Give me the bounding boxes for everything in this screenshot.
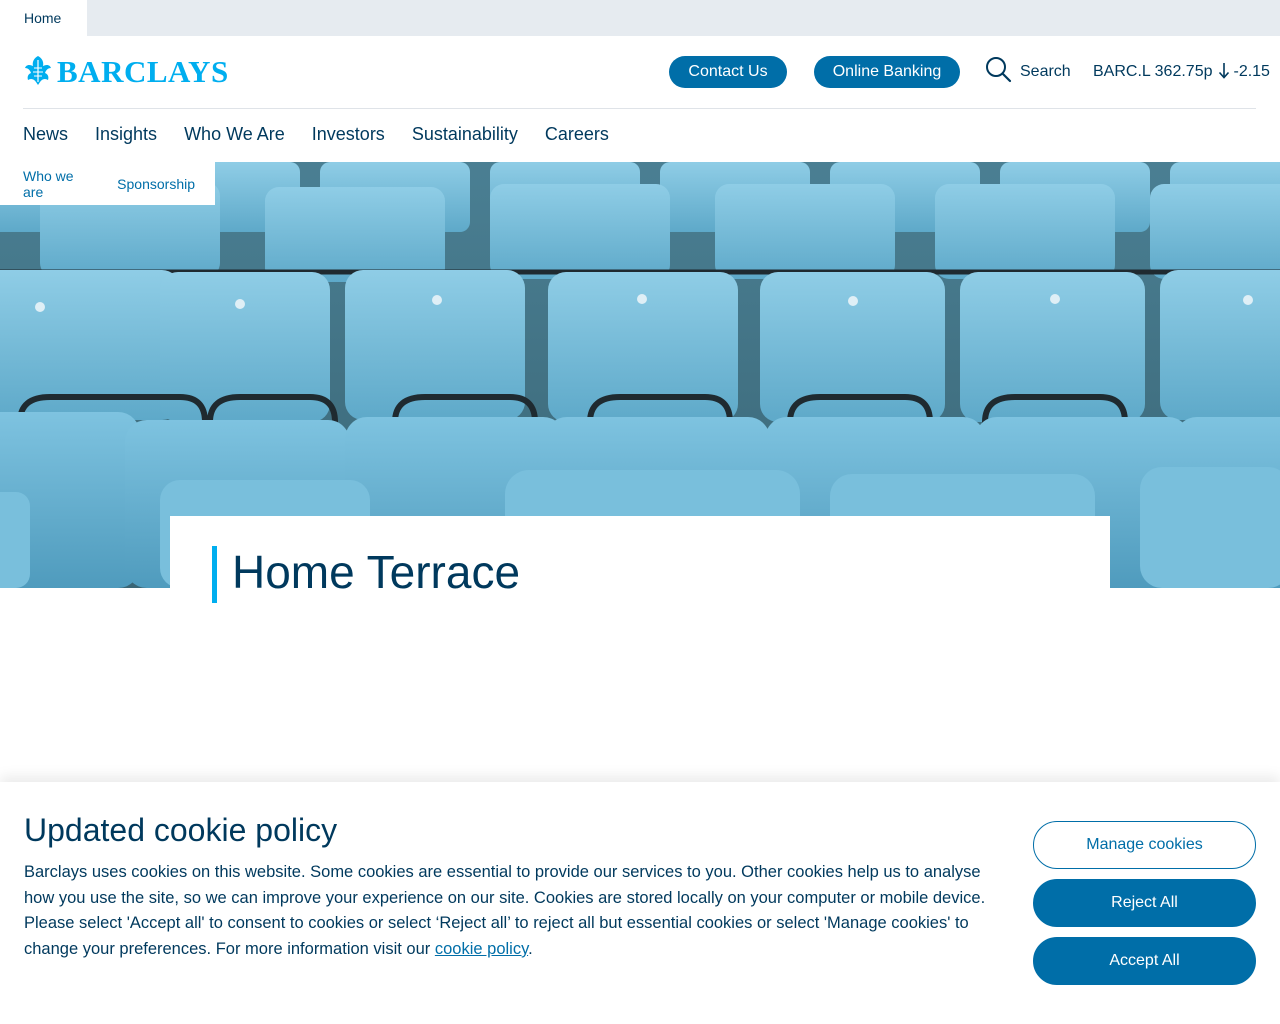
arrow-down-icon: [1218, 61, 1230, 84]
cookie-policy-link[interactable]: cookie policy: [435, 940, 528, 958]
home-tab[interactable]: Home: [0, 0, 87, 36]
cookie-banner: Updated cookie policy Barclays uses cook…: [0, 782, 1280, 1024]
nav-item-who-we-are[interactable]: Who We Are: [184, 118, 285, 150]
site-header: BARCLAYS Contact Us Online Banking Searc…: [0, 36, 1280, 162]
search-button[interactable]: Search: [985, 56, 1071, 88]
page-title: Home Terrace: [232, 546, 521, 598]
logo-wordmark: BARCLAYS: [57, 54, 229, 89]
eagle-icon: [23, 54, 53, 91]
top-strip: Home: [0, 0, 1280, 36]
reject-all-button[interactable]: Reject All: [1033, 879, 1256, 927]
search-label: Search: [1020, 63, 1071, 80]
nav-item-insights[interactable]: Insights: [95, 118, 157, 150]
header-divider: [23, 108, 1256, 109]
title-accent-bar: [212, 546, 217, 603]
manage-cookies-button[interactable]: Manage cookies: [1033, 821, 1256, 869]
cookie-title: Updated cookie policy: [24, 812, 338, 848]
breadcrumb-sponsorship[interactable]: Sponsorship: [117, 176, 195, 192]
nav-item-careers[interactable]: Careers: [545, 118, 609, 150]
barclays-logo[interactable]: BARCLAYS: [23, 54, 229, 91]
title-card: Home Terrace: [170, 516, 1110, 636]
share-price-ticker[interactable]: BARC.L 362.75p -2.15: [1093, 60, 1270, 84]
breadcrumb-who-we-are[interactable]: Who we are: [23, 168, 97, 200]
accept-all-button[interactable]: Accept All: [1033, 937, 1256, 985]
online-banking-button[interactable]: Online Banking: [814, 56, 960, 88]
ticker-price: BARC.L 362.75p: [1093, 63, 1213, 80]
nav-item-sustainability[interactable]: Sustainability: [412, 118, 518, 150]
nav-item-news[interactable]: News: [23, 118, 68, 150]
cookie-description: Barclays uses cookies on this website. S…: [24, 860, 1004, 962]
main-navigation: News Insights Who We Are Investors Susta…: [23, 118, 636, 150]
cookie-description-end: .: [528, 939, 533, 958]
ticker-change: -2.15: [1233, 63, 1270, 80]
breadcrumb: Who we are Sponsorship: [0, 162, 215, 205]
contact-us-button[interactable]: Contact Us: [669, 56, 787, 88]
search-icon: [985, 56, 1012, 88]
nav-item-investors[interactable]: Investors: [312, 118, 385, 150]
